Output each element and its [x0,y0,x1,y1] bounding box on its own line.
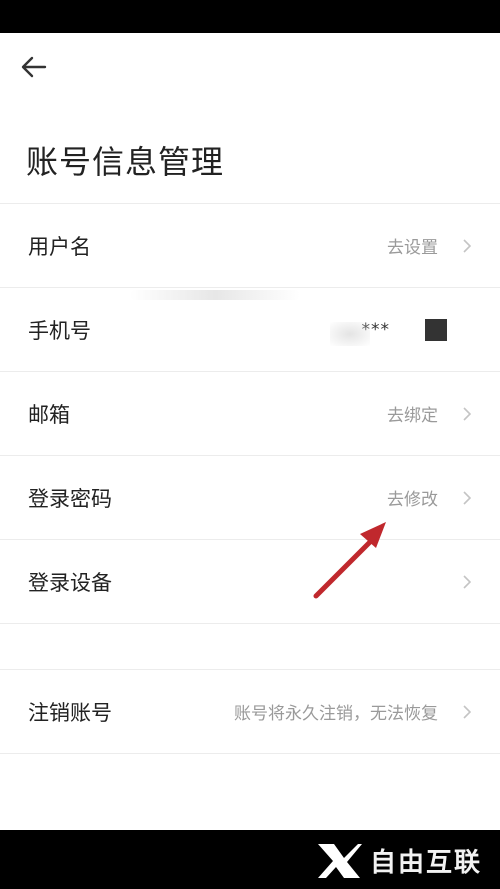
watermark: 自由互联 [314,840,482,880]
edit-smudge [330,322,370,346]
row-cancel-account[interactable]: 注销账号 账号将永久注销，无法恢复 [0,669,500,753]
cancel-account-group: 注销账号 账号将永久注销，无法恢复 [0,669,500,754]
row-label: 登录设备 [28,570,112,595]
row-label: 登录密码 [28,486,112,511]
edit-smudge [130,290,300,300]
account-settings-list: 用户名 去设置 手机号 *** 邮箱 去绑定 登录密码 去修改 登录设备 [0,203,500,624]
row-login-password[interactable]: 登录密码 去修改 [0,455,500,539]
divider [0,753,500,754]
status-bar [0,0,500,33]
divider [0,623,500,624]
row-value: 去设置 [387,238,438,258]
row-email[interactable]: 邮箱 去绑定 [0,371,500,455]
x-logo-icon [317,844,362,878]
arrow-left-icon [21,56,47,78]
back-button[interactable] [14,49,54,85]
page-title: 账号信息管理 [26,143,225,181]
row-value: 去修改 [387,490,438,510]
watermark-text: 自由互联 [369,847,482,878]
annotation-arrow-icon [313,522,386,599]
section-gap [0,625,500,669]
redaction-box [425,318,447,341]
chevron-right-icon [460,702,474,722]
chevron-right-icon [460,488,474,508]
row-value: 去绑定 [387,406,438,426]
row-label: 注销账号 [28,700,112,725]
chevron-right-icon [460,404,474,424]
header: 账号信息管理 [0,33,500,203]
chevron-right-icon [460,236,474,256]
row-login-devices[interactable]: 登录设备 [0,539,500,623]
row-username[interactable]: 用户名 去设置 [0,203,500,287]
row-label: 用户名 [28,234,91,259]
chevron-right-icon [460,572,474,592]
row-value: 账号将永久注销，无法恢复 [234,704,438,724]
row-label: 手机号 [28,318,91,343]
row-label: 邮箱 [28,402,70,427]
